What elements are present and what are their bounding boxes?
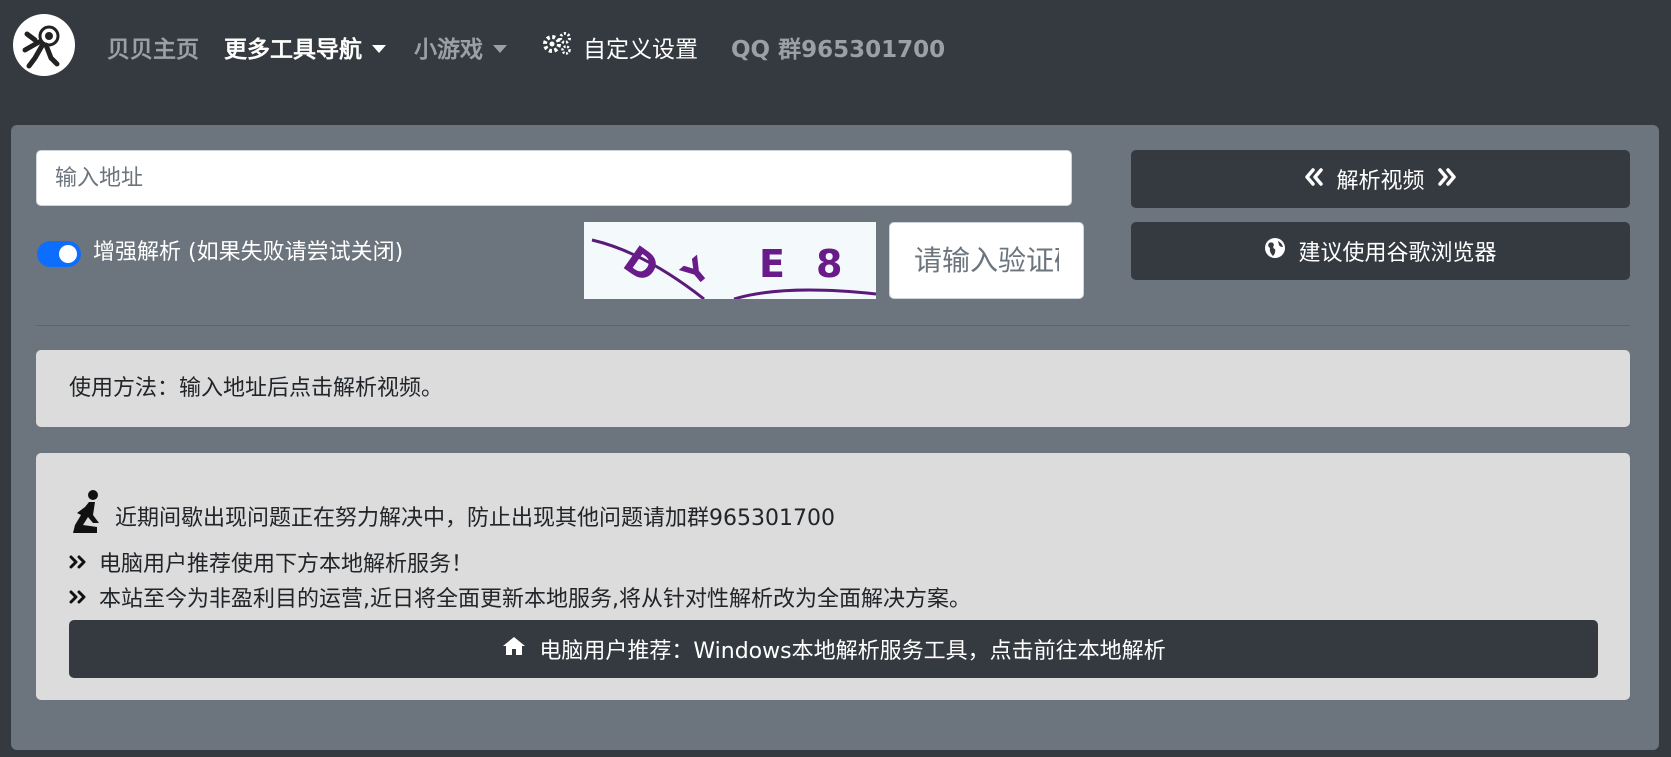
home-icon: [501, 635, 527, 663]
nav-games-label: 小游戏: [414, 37, 483, 63]
toggle-knob: [59, 245, 77, 263]
notice-line: 电脑用户推荐使用下方本地解析服务！: [69, 546, 473, 578]
enhance-parse-toggle[interactable]: [37, 241, 81, 267]
nav-home-link[interactable]: 贝贝主页: [107, 33, 199, 67]
local-parse-button[interactable]: 电脑用户推荐：Windows本地解析服务工具，点击前往本地解析: [69, 620, 1598, 678]
nav-games-dropdown[interactable]: 小游戏: [414, 33, 507, 67]
parse-video-button[interactable]: 解析视频: [1131, 150, 1630, 208]
nav-home-label: 贝贝主页: [107, 37, 199, 63]
local-parse-label: 电脑用户推荐：Windows本地解析服务工具，点击前往本地解析: [539, 639, 1166, 664]
notice-line: 近期间歇出现问题正在努力解决中，防止出现其他问题请加群965301700: [69, 489, 835, 543]
angle-double-right-icon: [69, 550, 87, 575]
praying-person-icon: [69, 489, 103, 543]
captcha-char-e: E: [759, 242, 785, 286]
nav-tools-dropdown[interactable]: 更多工具导航: [224, 33, 386, 67]
astronaut-logo-icon[interactable]: [13, 14, 75, 76]
main-panel: 解析视频 增强解析 (如果失败请尝试关闭) D Y E 8 建议使用谷: [11, 125, 1659, 750]
notice-line3-text: 本站至今为非盈利目的运营,近日将全面更新本地服务,将从针对性解析改为全面解决方案…: [99, 587, 971, 612]
top-navbar: 贝贝主页 更多工具导航 小游戏 自定义设置 QQ 群965301700: [0, 0, 1671, 100]
nav-settings-link[interactable]: 自定义设置: [541, 31, 698, 67]
notice-line: 本站至今为非盈利目的运营,近日将全面更新本地服务,将从针对性解析改为全面解决方案…: [69, 581, 971, 613]
captcha-char-d: D: [616, 237, 667, 291]
captcha-image[interactable]: D Y E 8: [584, 222, 877, 301]
nav-tools-label: 更多工具导航: [224, 37, 362, 63]
notice-box: 近期间歇出现问题正在努力解决中，防止出现其他问题请加群965301700 电脑用…: [36, 453, 1630, 700]
captcha-char-y: Y: [674, 249, 718, 294]
nav-qq-group-link[interactable]: QQ 群965301700: [731, 33, 945, 67]
chrome-recommend-label: 建议使用谷歌浏览器: [1298, 241, 1497, 266]
url-input[interactable]: [36, 150, 1072, 206]
nav-settings-label: 自定义设置: [583, 37, 698, 63]
notice-line1-text: 近期间歇出现问题正在努力解决中，防止出现其他问题请加群965301700: [115, 506, 835, 531]
nav-qq-group-label: QQ 群965301700: [731, 37, 946, 63]
captcha-char-8: 8: [816, 242, 842, 286]
caret-down-icon: [372, 44, 386, 53]
globe-icon: [1264, 237, 1286, 265]
section-divider: [36, 325, 1630, 326]
usage-text: 使用方法：输入地址后点击解析视频。: [69, 376, 444, 401]
angle-double-right-icon: [69, 585, 87, 610]
angle-double-left-icon: [1304, 167, 1324, 192]
notice-line2-text: 电脑用户推荐使用下方本地解析服务！: [99, 552, 474, 577]
gears-icon: [541, 31, 573, 65]
angle-double-right-icon: [1437, 167, 1457, 192]
usage-instructions: 使用方法：输入地址后点击解析视频。: [36, 350, 1630, 427]
enhance-parse-label: 增强解析 (如果失败请尝试关闭): [93, 240, 404, 265]
chrome-recommend-button[interactable]: 建议使用谷歌浏览器: [1131, 222, 1630, 280]
parse-video-label: 解析视频: [1336, 169, 1425, 194]
caret-down-icon: [493, 44, 507, 53]
captcha-input[interactable]: [889, 222, 1084, 299]
